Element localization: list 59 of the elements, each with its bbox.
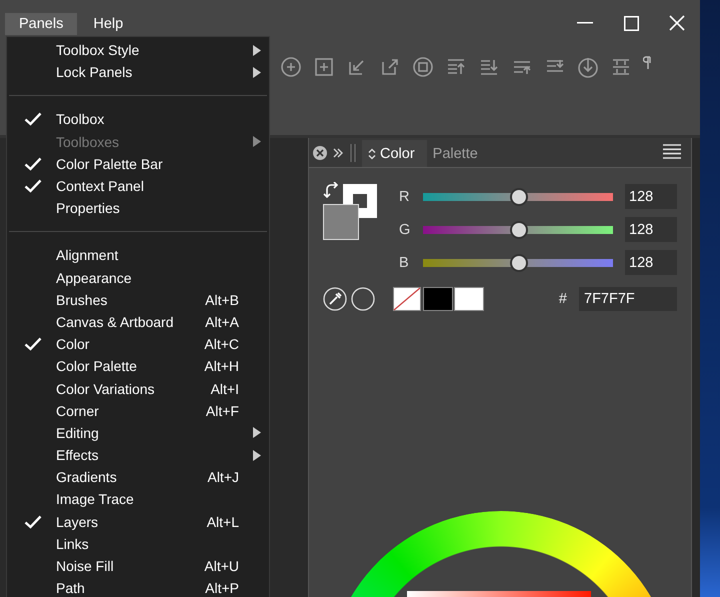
menu-item[interactable]: Appearance <box>7 266 269 289</box>
menu-icon[interactable] <box>663 144 681 159</box>
menu-item[interactable]: Image Trace <box>7 488 269 511</box>
minimize-icon <box>577 22 593 24</box>
toolbar-icon[interactable] <box>412 56 434 78</box>
menu-item[interactable]: Context Panel <box>7 174 269 198</box>
menu-item[interactable]: Color Variations Alt+I <box>7 377 269 400</box>
panel-tab[interactable]: Palette <box>426 140 490 167</box>
toolbar-icon[interactable] <box>577 56 599 78</box>
toolbar-icon[interactable] <box>313 56 335 78</box>
menu-item[interactable]: Gradients Alt+J <box>7 466 269 488</box>
menu-item[interactable]: Links <box>7 532 269 555</box>
slider-thumb[interactable] <box>510 220 528 238</box>
close-icon <box>669 15 685 31</box>
menu-item[interactable]: Brushes Alt+B <box>7 288 269 311</box>
menu-bar-item[interactable]: Help <box>79 13 138 35</box>
menu-item[interactable]: Properties <box>7 197 269 220</box>
hex-input-field[interactable]: 7F7F7F <box>579 287 677 311</box>
up-down-chevron-icon <box>368 148 376 160</box>
fill-color-swatch[interactable] <box>323 204 359 240</box>
menu-item[interactable]: Noise Fill Alt+U <box>7 554 269 578</box>
menu-item[interactable]: Corner Alt+F <box>7 400 269 422</box>
menu-item[interactable]: Color Alt+C <box>7 333 269 356</box>
pilcrow-icon[interactable] <box>643 56 651 70</box>
color-swatch[interactable] <box>454 287 484 311</box>
maximize-icon <box>624 16 638 30</box>
menu-item[interactable]: Toolbox Style <box>7 39 269 62</box>
color-swatch[interactable] <box>423 287 453 311</box>
toolbar-icon[interactable] <box>280 56 302 78</box>
channel-label: R <box>399 188 410 204</box>
channel-label: G <box>399 222 412 238</box>
no-color-swatch[interactable] <box>393 287 421 311</box>
menu-item[interactable]: Effects <box>7 444 269 466</box>
channel-value-field[interactable]: 128 <box>625 184 677 209</box>
panel-tab[interactable]: Color <box>362 140 427 167</box>
toolbar-icon[interactable] <box>610 56 632 78</box>
slider-thumb[interactable] <box>510 254 528 272</box>
hex-label: # <box>558 291 567 307</box>
channel-label: B <box>399 254 410 270</box>
channel-value-field[interactable]: 128 <box>625 250 677 275</box>
circle-icon[interactable] <box>351 287 375 311</box>
menu-item[interactable]: Layers Alt+L <box>7 510 269 533</box>
grip-icon <box>350 144 356 162</box>
eyedropper-icon[interactable] <box>323 287 347 311</box>
swap-arrow-icon[interactable] <box>323 182 339 198</box>
menu-bar-item[interactable]: Panels <box>5 13 78 35</box>
menu-item[interactable]: Color Palette Alt+H <box>7 355 269 378</box>
menu-item[interactable]: Alignment <box>7 244 269 266</box>
menu-item[interactable]: Toolbox <box>7 108 269 131</box>
toolbar-icon[interactable] <box>379 56 401 78</box>
double-chevron-icon[interactable] <box>332 147 344 159</box>
menu-item[interactable]: Path Alt+P <box>7 577 269 597</box>
menu-item[interactable]: Lock Panels <box>7 61 269 84</box>
menu-item[interactable]: Canvas & Artboard Alt+A <box>7 310 269 334</box>
close-icon[interactable] <box>313 146 327 160</box>
slider-thumb[interactable] <box>510 188 528 206</box>
menu-item[interactable]: Editing <box>7 422 269 444</box>
channel-value-field[interactable]: 128 <box>625 217 677 242</box>
menu-item[interactable]: Color Palette Bar <box>7 152 269 175</box>
